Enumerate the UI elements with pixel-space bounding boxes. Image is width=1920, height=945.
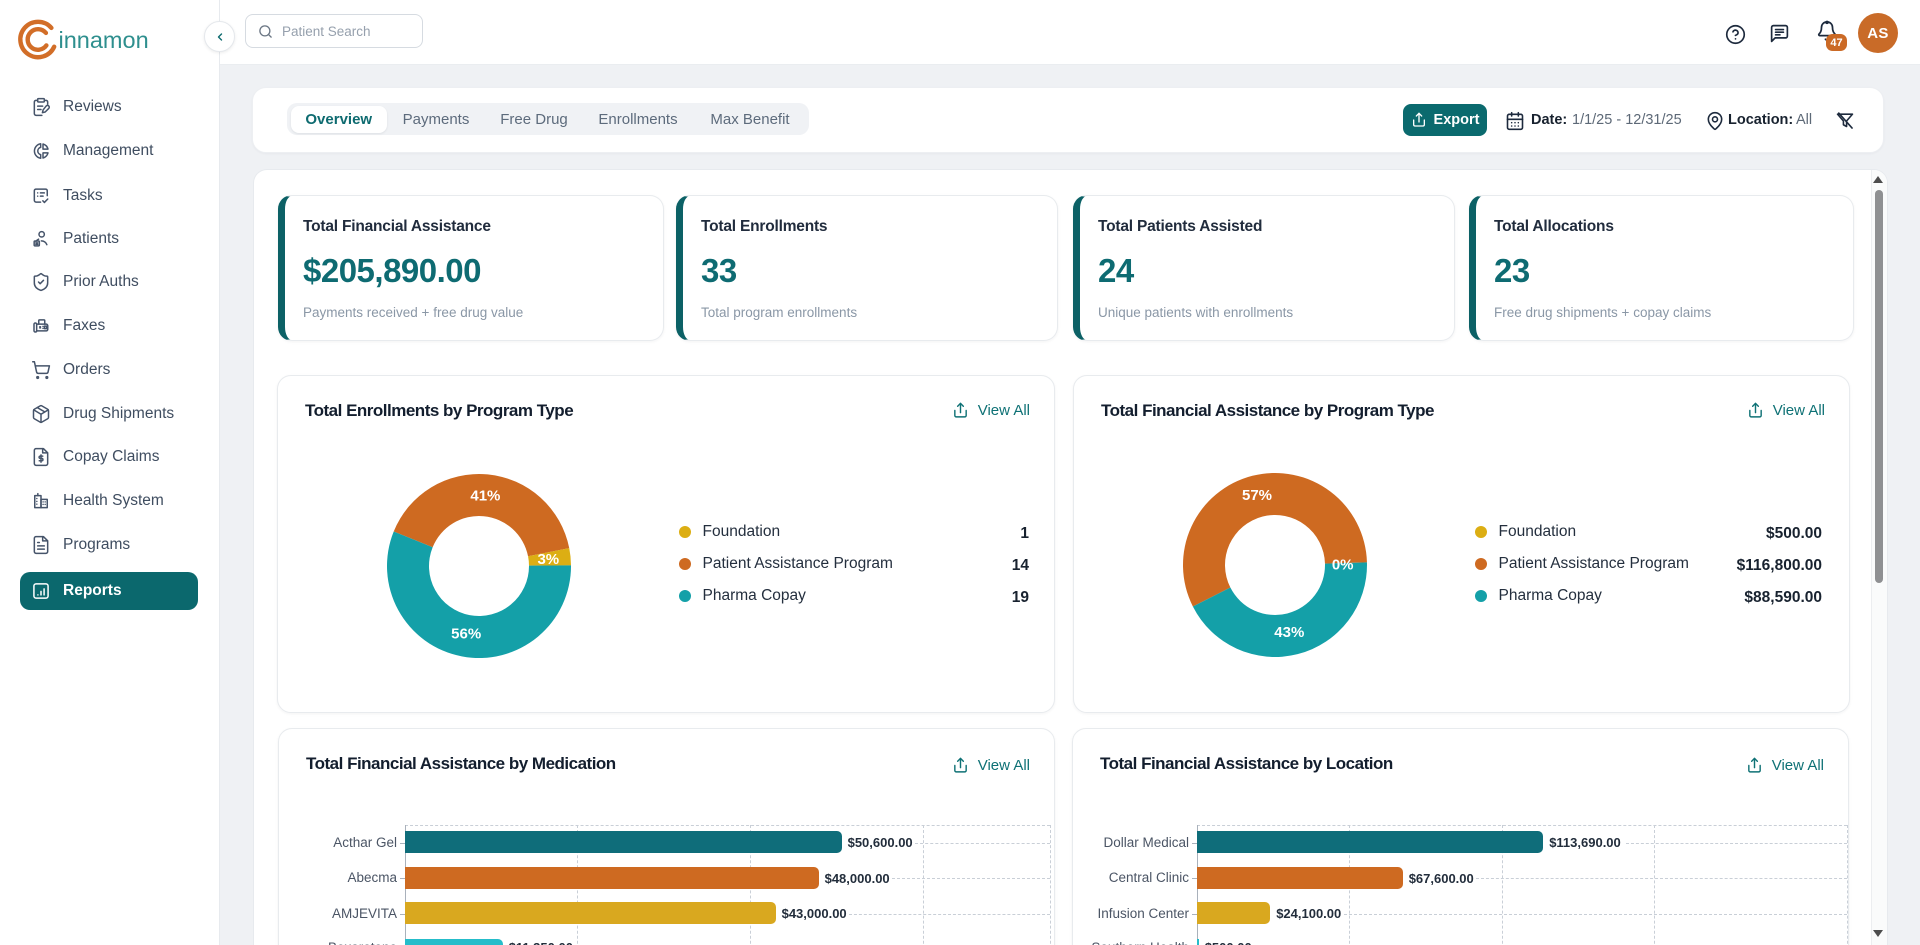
svg-text:43%: 43% [1274, 624, 1304, 641]
svg-text:3%: 3% [537, 551, 559, 568]
svg-text:56%: 56% [451, 625, 481, 642]
svg-text:0%: 0% [1332, 557, 1354, 574]
svg-text:41%: 41% [470, 487, 500, 504]
svg-text:57%: 57% [1242, 487, 1272, 504]
svg-text:innamon: innamon [59, 27, 149, 53]
